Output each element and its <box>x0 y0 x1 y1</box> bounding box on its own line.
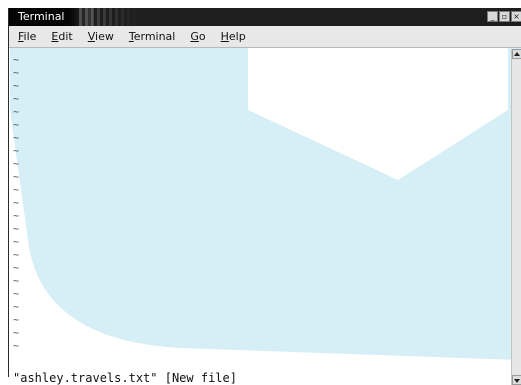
triangle-up-icon <box>514 52 520 56</box>
empty-line-marker: ~ <box>13 198 20 209</box>
empty-line-marker: ~ <box>13 146 20 157</box>
menu-edit[interactable]: Edit <box>44 26 80 48</box>
terminal-text-area[interactable]: ~ ~ ~ ~ ~ ~ ~ ~ ~ ~ ~ ~ ~ ~ ~ ~ ~ ~ ~ ~ … <box>11 49 511 385</box>
menu-edit-label: dit <box>58 29 73 43</box>
menu-terminal-label: erminal <box>133 29 176 43</box>
empty-line-marker: ~ <box>13 211 20 222</box>
empty-line-marker: ~ <box>13 185 20 196</box>
menu-view-label: iew <box>95 29 114 43</box>
menu-view-mnemonic: V <box>87 29 96 43</box>
menu-view[interactable]: View <box>81 26 122 48</box>
menu-go-mnemonic: G <box>190 29 199 43</box>
empty-line-marker: ~ <box>13 159 20 170</box>
triangle-down-icon <box>514 379 520 383</box>
empty-line-marker: ~ <box>13 172 20 183</box>
scroll-up-button[interactable] <box>512 49 521 59</box>
menu-go-label: o <box>198 29 206 43</box>
empty-line-marker: ~ <box>13 120 20 131</box>
empty-line-marker: ~ <box>13 224 20 235</box>
empty-line-marker: ~ <box>13 328 20 339</box>
menu-terminal[interactable]: Terminal <box>122 26 184 48</box>
terminal-window: Terminal _ ▫ × File Edit View Terminal G… <box>8 8 521 385</box>
menu-go[interactable]: Go <box>183 26 213 48</box>
menu-bar: File Edit View Terminal Go Help <box>9 26 521 48</box>
maximize-button[interactable]: ▫ <box>499 11 510 22</box>
title-bar[interactable]: Terminal _ ▫ × <box>9 8 521 26</box>
menu-file-label: ile <box>23 29 37 43</box>
empty-line-marker: ~ <box>13 302 20 313</box>
empty-line-marker: ~ <box>13 68 20 79</box>
menu-help-label: elp <box>228 29 246 43</box>
minimize-button[interactable]: _ <box>487 11 498 22</box>
empty-line-marker: ~ <box>13 315 20 326</box>
window-controls: _ ▫ × <box>487 11 521 23</box>
menu-help[interactable]: Help <box>214 26 254 48</box>
title-bar-pattern <box>79 8 139 26</box>
empty-line-marker: ~ <box>13 276 20 287</box>
empty-line-marker: ~ <box>13 133 20 144</box>
empty-line-marker: ~ <box>13 81 20 92</box>
close-button[interactable]: × <box>511 11 521 22</box>
menu-help-mnemonic: H <box>220 29 229 43</box>
empty-line-marker: ~ <box>13 263 20 274</box>
vertical-scrollbar[interactable] <box>511 49 521 385</box>
empty-line-marker: ~ <box>13 237 20 248</box>
empty-line-marker: ~ <box>13 55 20 66</box>
menu-file[interactable]: File <box>11 26 44 48</box>
empty-line-marker: ~ <box>13 107 20 118</box>
empty-line-marker: ~ <box>13 341 20 352</box>
empty-line-marker: ~ <box>13 94 20 105</box>
empty-line-marker: ~ <box>13 250 20 261</box>
status-line: "ashley.travels.txt" [New file] <box>13 371 237 385</box>
empty-line-marker: ~ <box>13 289 20 300</box>
